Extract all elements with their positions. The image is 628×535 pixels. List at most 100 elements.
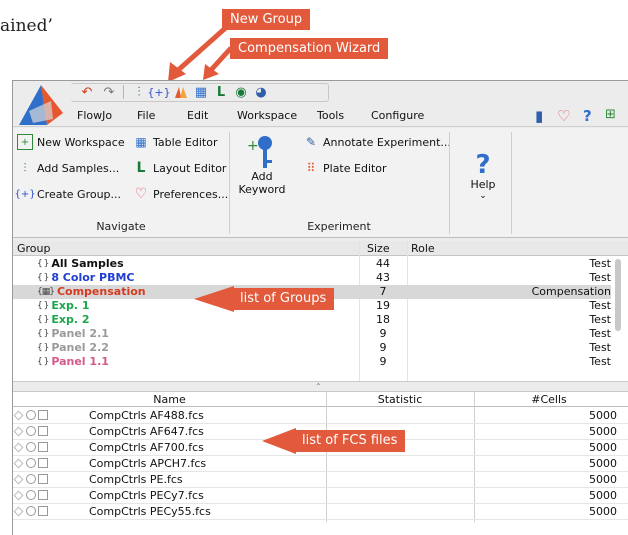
- group-size: 44: [376, 257, 390, 270]
- name-column-header[interactable]: Name: [13, 393, 326, 406]
- group-size: 43: [376, 271, 390, 284]
- group-role: Compensation: [531, 285, 611, 298]
- tab-flowjo[interactable]: FlowJo: [77, 109, 112, 122]
- preferences-button[interactable]: ♡ Preferences...: [133, 184, 228, 204]
- diamond-icon[interactable]: [13, 490, 24, 500]
- group-row[interactable]: { } All Samples 44 Test: [13, 257, 611, 271]
- checkbox-square-icon[interactable]: [38, 506, 48, 516]
- group-row[interactable]: { } Panel 2.2 9 Test: [13, 341, 611, 355]
- size-column-header[interactable]: Size: [367, 242, 390, 255]
- quick-access-bar: ↶ ↷ ⫶ {+} ▦ L ◉ ◕: [13, 81, 628, 125]
- compensation-wizard-icon[interactable]: [171, 83, 191, 101]
- add-samples-label: Add Samples...: [37, 161, 120, 175]
- sample-row[interactable]: CompCtrls PECy55.fcs 5000: [13, 504, 628, 520]
- group-size: 19: [376, 299, 390, 312]
- group-size: 9: [379, 327, 387, 340]
- group-size: 18: [376, 313, 390, 326]
- diamond-icon[interactable]: [13, 506, 24, 516]
- new-workspace-button[interactable]: + New Workspace: [17, 132, 125, 152]
- create-group-button[interactable]: {+} Create Group...: [14, 184, 121, 204]
- help-icon[interactable]: ?: [583, 107, 592, 125]
- pane-splitter[interactable]: ⌃: [13, 381, 628, 392]
- radio-circle-icon[interactable]: [26, 458, 36, 468]
- tab-workspace[interactable]: Workspace: [237, 109, 297, 122]
- tab-file[interactable]: File: [137, 109, 155, 122]
- tab-edit[interactable]: Edit: [187, 109, 208, 122]
- radio-circle-icon[interactable]: [26, 506, 36, 516]
- statistic-column-header[interactable]: Statistic: [326, 393, 474, 406]
- group-row[interactable]: { } 8 Color PBMC 43 Test: [13, 271, 611, 285]
- add-samples-quick-icon[interactable]: ⫶: [129, 83, 149, 101]
- checkbox-square-icon[interactable]: [38, 490, 48, 500]
- diamond-icon[interactable]: [13, 410, 24, 420]
- annotate-experiment-button[interactable]: ✎ Annotate Experiment...: [303, 132, 451, 152]
- sample-row[interactable]: CompCtrls PECy7.fcs 5000: [13, 488, 628, 504]
- group-row[interactable]: { } Panel 1.1 9 Test: [13, 355, 611, 369]
- layout-icon[interactable]: L: [211, 83, 231, 101]
- sample-row[interactable]: CompCtrls APCH7.fcs 5000: [13, 456, 628, 472]
- group-name: { } Exp. 1: [37, 299, 89, 312]
- table-editor-button[interactable]: ▦ Table Editor: [133, 132, 217, 152]
- page-text-fragment: ained’: [0, 16, 53, 36]
- diamond-icon[interactable]: [13, 474, 24, 484]
- heart-icon[interactable]: ♡: [557, 107, 570, 125]
- group-name-label: Panel 1.1: [51, 355, 109, 368]
- cells-column-header[interactable]: #Cells: [474, 393, 624, 406]
- table-icon[interactable]: ▦: [191, 83, 211, 101]
- globe-icon[interactable]: ◕: [251, 83, 271, 101]
- group-row[interactable]: { } Panel 2.1 9 Test: [13, 327, 611, 341]
- groups-scrollbar-thumb[interactable]: [615, 259, 621, 331]
- redo-icon[interactable]: ↷: [99, 83, 119, 101]
- radio-circle-icon[interactable]: [26, 490, 36, 500]
- radio-circle-icon[interactable]: [26, 426, 36, 436]
- checkbox-square-icon[interactable]: [38, 426, 48, 436]
- help-button[interactable]: ? Help ⌄: [463, 152, 503, 201]
- diamond-icon[interactable]: [13, 426, 24, 436]
- role-column-header[interactable]: Role: [411, 242, 435, 255]
- group-role: Test: [589, 355, 611, 368]
- group-name: { } All Samples: [37, 257, 124, 270]
- plate-editor-button[interactable]: ⠿ Plate Editor: [303, 158, 387, 178]
- group-icon: { }: [37, 356, 49, 367]
- bookmark-icon[interactable]: ▮: [535, 107, 543, 125]
- radio-circle-icon[interactable]: [26, 442, 36, 452]
- checkbox-square-icon[interactable]: [38, 458, 48, 468]
- add-samples-button[interactable]: ⫶ Add Samples...: [17, 158, 119, 178]
- experiment-group-label: Experiment: [307, 220, 371, 233]
- diamond-icon[interactable]: [13, 442, 24, 452]
- group-role: Test: [589, 299, 611, 312]
- sample-row[interactable]: CompCtrls AF488.fcs 5000: [13, 408, 628, 424]
- group-size: 9: [379, 341, 387, 354]
- sample-row-controls: [13, 426, 48, 436]
- layout-editor-button[interactable]: L Layout Editor: [133, 158, 227, 178]
- pencil-icon: ✎: [305, 135, 317, 149]
- help-question-icon: ?: [475, 150, 491, 180]
- tab-tools[interactable]: Tools: [317, 109, 344, 122]
- groups-scrollbar[interactable]: [613, 257, 623, 375]
- sample-row[interactable]: CompCtrls PE.fcs 5000: [13, 472, 628, 488]
- add-keyword-label-line1: Add: [251, 170, 273, 183]
- group-row[interactable]: { } Exp. 2 18 Test: [13, 313, 611, 327]
- circle-target-icon[interactable]: ◉: [231, 83, 251, 101]
- radio-circle-icon[interactable]: [26, 410, 36, 420]
- callout-arrow-compensation-wizard: [203, 46, 233, 80]
- checkbox-square-icon[interactable]: [38, 474, 48, 484]
- radio-circle-icon[interactable]: [26, 474, 36, 484]
- tab-configure[interactable]: Configure: [371, 109, 424, 122]
- groups-header: Group Size Role: [13, 241, 628, 256]
- group-column-header[interactable]: Group: [17, 242, 51, 255]
- preferences-label: Preferences...: [153, 187, 229, 201]
- undo-icon[interactable]: ↶: [77, 83, 97, 101]
- group-name-label: Panel 2.2: [51, 341, 109, 354]
- callout-list-of-groups: list of Groups: [232, 288, 335, 310]
- new-group-icon[interactable]: {+}: [147, 83, 170, 101]
- callout-compensation-wizard: Compensation Wizard: [230, 38, 389, 59]
- add-samples-icon: ⫶: [23, 160, 27, 175]
- checkbox-square-icon[interactable]: [38, 442, 48, 452]
- checkbox-square-icon[interactable]: [38, 410, 48, 420]
- add-keyword-button[interactable]: + Add Keyword: [237, 134, 287, 204]
- help-label: Help: [470, 178, 496, 191]
- diamond-icon[interactable]: [13, 458, 24, 468]
- callout-arrow-groups: [194, 286, 234, 312]
- new-page-icon[interactable]: ⊞: [605, 107, 616, 122]
